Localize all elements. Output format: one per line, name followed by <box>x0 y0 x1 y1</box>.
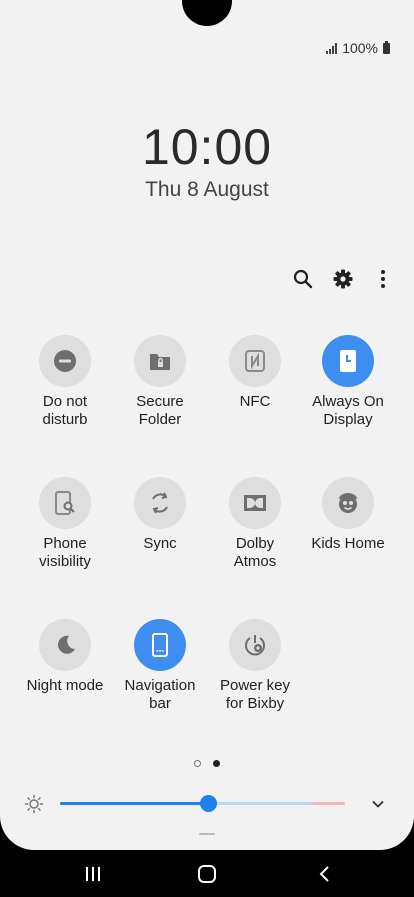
page-dot-2[interactable] <box>213 760 220 767</box>
home-icon[interactable] <box>192 860 222 888</box>
clock-time: 10:00 <box>141 119 273 175</box>
navigation-bar-icon <box>134 619 186 671</box>
panel-toolbar <box>290 266 396 292</box>
tile-label: Always On Display <box>312 393 384 428</box>
tile-label: Power key for Bixby <box>219 677 291 712</box>
tile-navigation-bar[interactable]: Navigation bar <box>108 619 212 713</box>
panel-drag-handle[interactable] <box>199 833 215 835</box>
battery-icon <box>383 40 390 54</box>
tile-label: Kids Home <box>311 535 385 552</box>
tile-label: Do not disturb <box>42 393 88 428</box>
camera-notch <box>182 0 232 26</box>
tile-label: Secure Folder <box>136 393 184 428</box>
brightness-slider-thumb[interactable] <box>199 795 217 812</box>
battery-percent: 100% <box>342 40 378 56</box>
tile-sync[interactable]: Sync <box>108 477 212 553</box>
navigation-bar <box>0 850 414 897</box>
tile-label: Sync <box>143 535 177 552</box>
tile-label: Phone visibility <box>39 535 91 570</box>
sync-icon <box>134 477 186 529</box>
tile-power-key-bixby[interactable]: Power key for Bixby <box>203 619 307 713</box>
back-icon[interactable] <box>309 860 339 888</box>
nfc-icon <box>229 335 281 387</box>
minus-circle-icon <box>39 335 91 387</box>
tile-always-on-display[interactable]: Always On Display <box>296 335 400 429</box>
recent-apps-icon[interactable] <box>78 860 108 888</box>
phone-search-icon <box>39 477 91 529</box>
tile-nfc[interactable]: NFC <box>203 335 307 411</box>
chevron-down-icon[interactable] <box>370 796 386 812</box>
search-icon[interactable] <box>290 266 316 292</box>
tile-phone-visibility[interactable]: Phone visibility <box>13 477 117 571</box>
moon-icon <box>39 619 91 671</box>
sun-icon <box>24 794 44 814</box>
clock-date: Thu 8 August <box>145 178 269 201</box>
tile-dolby-atmos[interactable]: Dolby Atmos <box>203 477 307 571</box>
tile-label: NFC <box>239 393 271 410</box>
tile-do-not-disturb[interactable]: Do not disturb <box>13 335 117 429</box>
tile-kids-home[interactable]: Kids Home <box>296 477 400 553</box>
tile-night-mode[interactable]: Night mode <box>13 619 117 695</box>
power-bixby-icon <box>229 619 281 671</box>
tile-label: Dolby Atmos <box>233 535 277 570</box>
kids-face-icon <box>322 477 374 529</box>
clock-screen-icon <box>322 335 374 387</box>
page-indicator <box>0 760 414 767</box>
more-vertical-icon[interactable] <box>370 266 396 292</box>
tile-label: Night mode <box>26 677 104 694</box>
signal-icon <box>326 42 338 54</box>
quick-panel: 100% 10:00 Thu 8 August Do not disturb S… <box>0 0 414 850</box>
tile-secure-folder[interactable]: Secure Folder <box>108 335 212 429</box>
brightness-row <box>0 792 414 816</box>
page-dot-1[interactable] <box>194 760 201 767</box>
folder-lock-icon <box>134 335 186 387</box>
gear-icon[interactable] <box>330 266 356 292</box>
dolby-icon <box>229 477 281 529</box>
status-bar: 100% <box>326 38 390 58</box>
tile-label: Navigation bar <box>124 677 196 712</box>
